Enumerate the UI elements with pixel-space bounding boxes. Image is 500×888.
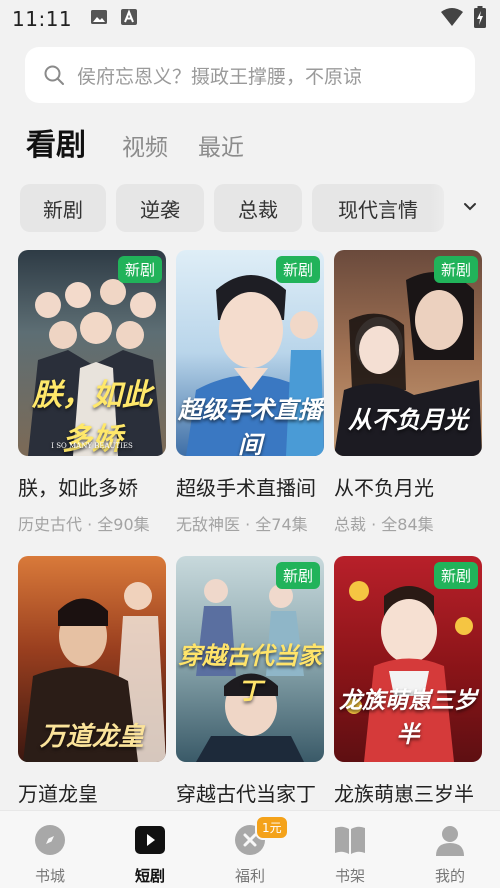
nav-bookstore[interactable]: 书城: [5, 823, 95, 886]
drama-title[interactable]: 朕，如此多娇: [18, 472, 166, 501]
drama-card[interactable]: 万道龙皇 万道龙皇: [18, 556, 166, 807]
category-chip-modern-romance[interactable]: 现代言情: [312, 184, 444, 232]
nav-welfare[interactable]: 1元 福利: [205, 815, 295, 886]
bottom-nav: 书城 短剧 1元 福利 书架 我的: [0, 810, 500, 888]
nav-label: 书城: [34, 867, 65, 885]
chevron-down-icon[interactable]: [462, 198, 478, 217]
search-icon: [43, 64, 65, 86]
category-chip-ceo[interactable]: 总裁: [214, 184, 302, 232]
drama-card[interactable]: 从不负月光 新剧 从不负月光 总裁 · 全84集: [334, 250, 482, 535]
nav-mine[interactable]: 我的: [405, 823, 495, 886]
tab-video[interactable]: 视频: [122, 128, 168, 162]
cover-title-art: 超级手术直播间: [178, 395, 322, 456]
new-badge: 新剧: [275, 562, 320, 589]
compass-icon: [33, 823, 67, 857]
drama-cover[interactable]: 超级手术直播间 新剧: [176, 250, 324, 456]
nav-label: 短剧: [134, 867, 165, 885]
cover-title-art: 龙族萌崽三岁半: [339, 687, 477, 748]
drama-title[interactable]: 穿越古代当家丁: [176, 778, 324, 807]
drama-cover[interactable]: 龙族萌崽三岁半 新剧: [334, 556, 482, 762]
battery-charging-icon: [474, 6, 486, 32]
cover-title-art: 穿越古代当家丁: [178, 641, 322, 705]
cover-subtitle-art: I SO MANY BEAUTIES: [51, 442, 133, 450]
drama-meta: 历史古代 · 全90集: [18, 515, 150, 534]
drama-cover[interactable]: 万道龙皇: [18, 556, 166, 762]
book-icon: [333, 823, 367, 857]
tab-recent[interactable]: 最近: [198, 128, 244, 162]
content-tabs: 看剧 视频 最近: [26, 120, 274, 164]
wifi-icon: [440, 7, 464, 31]
category-filter-row: 新剧 逆袭 总裁 现代言情: [20, 184, 500, 232]
drama-card[interactable]: 超级手术直播间 新剧 超级手术直播间 无敌神医 · 全74集: [176, 250, 324, 535]
drama-cover[interactable]: 从不负月光 新剧: [334, 250, 482, 456]
drama-card[interactable]: 穿越古代当家丁 新剧 穿越古代当家丁: [176, 556, 324, 807]
gallery-notification-icon: [90, 9, 108, 29]
nav-bookshelf[interactable]: 书架: [305, 823, 395, 886]
play-icon: [133, 823, 167, 857]
drama-title[interactable]: 龙族萌崽三岁半: [334, 778, 482, 807]
status-time: 11:11: [12, 7, 73, 31]
drama-meta: 无敌神医 · 全74集: [176, 515, 308, 534]
search-input[interactable]: 侯府忘恩义？摄政王撑腰，不原谅: [25, 47, 475, 103]
category-chip-new[interactable]: 新剧: [20, 184, 106, 232]
drama-title[interactable]: 从不负月光: [334, 472, 482, 501]
nav-short-drama[interactable]: 短剧: [105, 823, 195, 886]
new-badge: 新剧: [433, 562, 478, 589]
status-bar: 11:11: [0, 0, 500, 38]
welfare-badge: 1元: [255, 815, 289, 840]
drama-cover[interactable]: 朕，如此多娇 I SO MANY BEAUTIES 新剧: [18, 250, 166, 456]
new-badge: 新剧: [117, 256, 162, 283]
drama-card[interactable]: 朕，如此多娇 I SO MANY BEAUTIES 新剧 朕，如此多娇 历史古代…: [18, 250, 166, 535]
drama-meta: 总裁 · 全84集: [334, 515, 434, 534]
nav-label: 我的: [434, 867, 465, 885]
nav-label: 书架: [334, 867, 365, 885]
drama-title[interactable]: 万道龙皇: [18, 778, 166, 807]
search-placeholder: 侯府忘恩义？摄政王撑腰，不原谅: [77, 65, 363, 88]
tab-watch-drama[interactable]: 看剧: [26, 120, 86, 164]
cover-title-art: 从不负月光: [348, 405, 468, 434]
drama-title[interactable]: 超级手术直播间: [176, 472, 324, 501]
drama-cover[interactable]: 穿越古代当家丁 新剧: [176, 556, 324, 762]
cover-title-art: 万道龙皇: [39, 722, 144, 752]
drama-card[interactable]: 龙族萌崽三岁半 新剧 龙族萌崽三岁半: [334, 556, 482, 807]
nav-label: 福利: [234, 867, 265, 885]
a-notification-icon: [120, 8, 138, 30]
new-badge: 新剧: [433, 256, 478, 283]
new-badge: 新剧: [275, 256, 320, 283]
person-icon: [433, 823, 467, 857]
category-chip-comeback[interactable]: 逆袭: [116, 184, 204, 232]
